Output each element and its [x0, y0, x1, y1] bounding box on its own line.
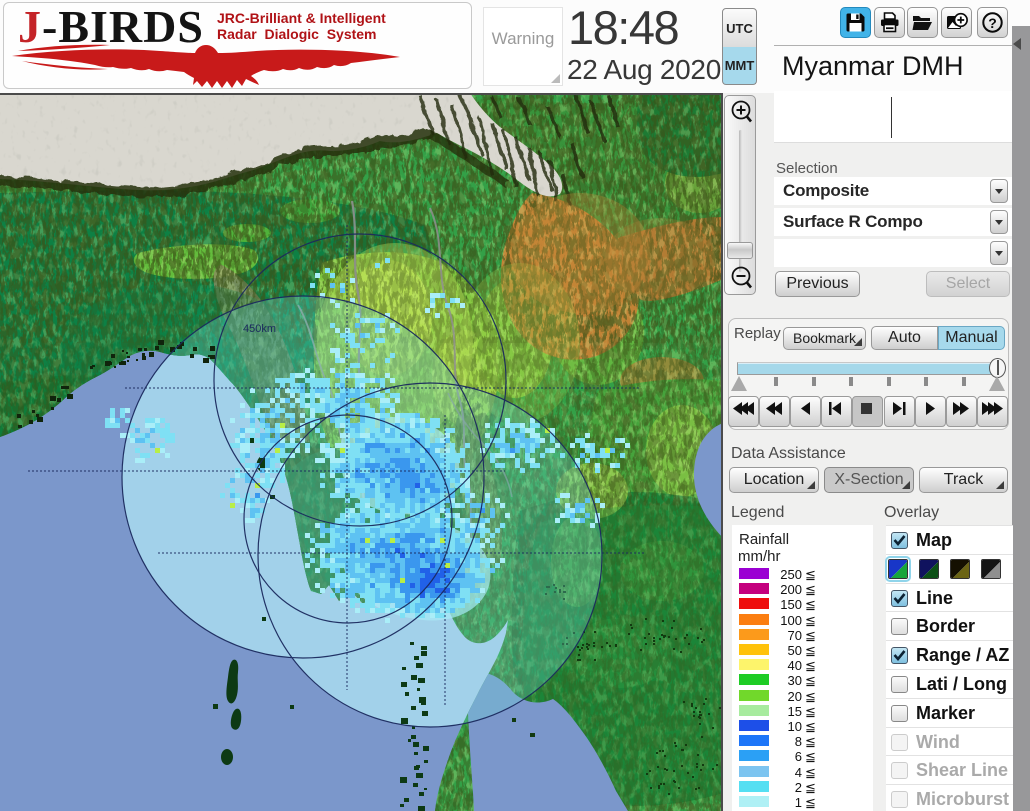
- svg-text:450km: 450km: [243, 323, 276, 335]
- svg-text:?: ?: [988, 15, 997, 31]
